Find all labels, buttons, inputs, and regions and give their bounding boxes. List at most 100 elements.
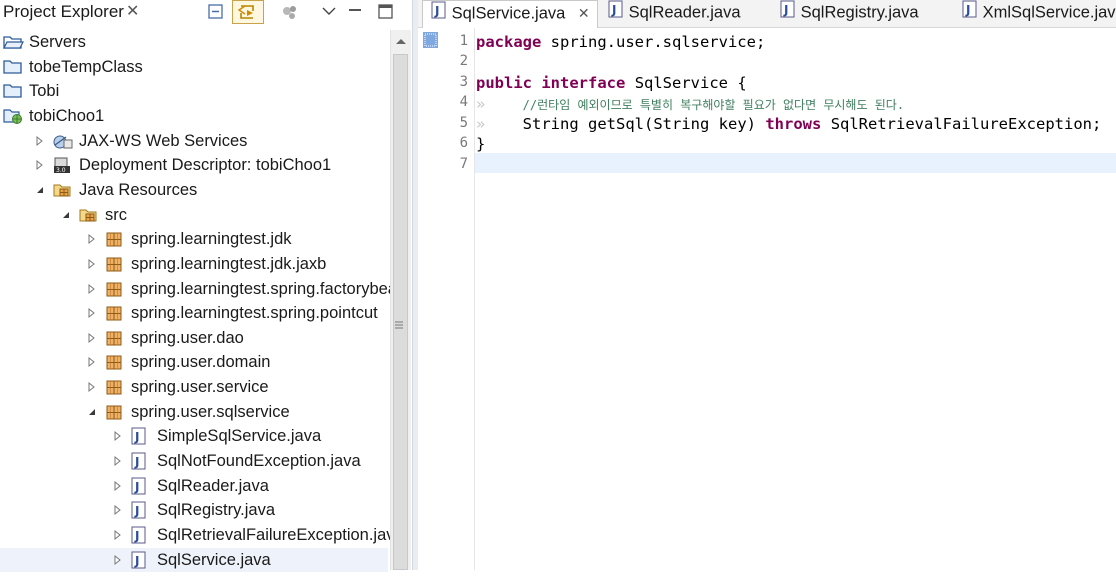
tree-item[interactable]: tobiChoo1 [0, 104, 388, 128]
collapsed-twisty-icon[interactable] [112, 548, 124, 572]
tree-item[interactable]: spring.learningtest.jdk.jaxb [0, 252, 388, 276]
line-number: 4 [459, 94, 468, 110]
collapsed-twisty-icon[interactable] [112, 424, 124, 448]
tree-item[interactable]: spring.user.sqlservice [0, 400, 388, 424]
collapse-all-icon[interactable] [206, 2, 226, 22]
link-with-editor-icon[interactable] [232, 0, 264, 24]
collapsed-twisty-icon[interactable] [34, 129, 46, 153]
tree-item-label: Deployment Descriptor: tobiChoo1 [79, 156, 332, 175]
java-file-icon: J [130, 551, 150, 569]
collapsed-twisty-icon[interactable] [112, 449, 124, 473]
tree-item[interactable]: spring.learningtest.spring.factorybean [0, 277, 406, 301]
svg-text:J: J [434, 4, 439, 18]
collapsed-twisty-icon[interactable] [86, 326, 98, 350]
java-editor: J SqlService.java ✕ J SqlReader.java J S… [418, 0, 1116, 570]
focus-task-icon[interactable] [280, 2, 300, 22]
code-line-4[interactable]: » //런타임 예외이므로 특별히 복구해야할 필요가 없다면 무시해도 된다. [476, 95, 904, 113]
scrollbar-thumb[interactable] [393, 54, 408, 570]
java-file-icon: J [130, 427, 150, 445]
minimize-icon[interactable] [346, 2, 366, 22]
tree-item[interactable]: spring.learningtest.jdk [0, 227, 388, 251]
tree-item-label: SqlReader.java [157, 476, 269, 495]
tree-item[interactable]: Tobi [0, 79, 388, 103]
code-line-1[interactable]: package spring.user.sqlservice; [476, 33, 765, 51]
view-menu-chevron-down-icon[interactable] [320, 2, 340, 22]
tree-item[interactable]: J SqlRegistry.java [0, 498, 388, 522]
close-tab-icon[interactable]: ✕ [578, 5, 590, 21]
svg-text:J: J [134, 554, 139, 568]
expanded-twisty-icon[interactable] [60, 203, 72, 227]
tree-item[interactable]: J SqlService.java [0, 547, 388, 572]
tree-item-label: spring.user.sqlservice [131, 402, 290, 421]
svg-text:J: J [134, 480, 139, 494]
tree-item[interactable]: spring.user.domain [0, 350, 388, 374]
tree-item-label: Tobi [29, 82, 60, 101]
tree-item[interactable]: Java Resources [0, 178, 388, 202]
code-line-5[interactable]: » String getSql(String key) throws SqlRe… [476, 115, 1101, 133]
tree-item[interactable]: JAX-WS Web Services [0, 129, 388, 153]
java-file-icon: J [130, 501, 150, 519]
collapsed-twisty-icon[interactable] [34, 153, 46, 177]
tree-item[interactable]: J SqlNotFoundException.java [0, 449, 388, 473]
tree-item[interactable]: spring.user.service [0, 375, 388, 399]
collapsed-twisty-icon[interactable] [112, 498, 124, 522]
close-view-icon[interactable]: ✕ [126, 1, 139, 21]
collapsed-twisty-icon[interactable] [112, 474, 124, 498]
code-line-3[interactable]: public interface SqlService { [476, 74, 747, 92]
collapsed-twisty-icon[interactable] [86, 277, 98, 301]
overview-ruler[interactable] [418, 28, 438, 570]
collapsed-twisty-icon[interactable] [86, 252, 98, 276]
svg-text:J: J [134, 504, 139, 518]
tree-item-label: SqlNotFoundException.java [157, 452, 361, 471]
svg-text:J: J [965, 3, 970, 17]
line-number: 7 [459, 156, 468, 172]
code-line-6[interactable]: } [476, 135, 485, 153]
collapsed-twisty-icon[interactable] [86, 301, 98, 325]
tab-whitespace-icon: » [476, 95, 486, 113]
code-comment: //런타임 예외이므로 특별히 복구해야할 필요가 없다면 무시해도 된다. [522, 98, 905, 112]
tree-item-label: SqlRetrievalFailureException.java [157, 526, 404, 544]
scroll-up-arrow-icon[interactable] [391, 30, 411, 52]
package-icon [104, 353, 124, 371]
tree-item-label: Java Resources [79, 180, 198, 199]
deployment-descriptor-icon: 3.0 [52, 156, 72, 174]
java-file-icon: J [130, 477, 150, 495]
java-file-icon: J [431, 1, 447, 27]
tree-item-label: tobiChoo1 [29, 106, 105, 125]
collapsed-twisty-icon[interactable] [112, 523, 124, 547]
tree-item-label: SqlRegistry.java [157, 501, 275, 520]
tree-item[interactable]: spring.user.dao [0, 326, 388, 350]
tree-item[interactable]: J SqlReader.java [0, 474, 388, 498]
expanded-twisty-icon[interactable] [34, 178, 46, 202]
tab-xmlsqlservice-java[interactable]: J XmlSqlService.java [962, 0, 1116, 27]
tree-item[interactable]: src [0, 203, 388, 227]
tab-label: XmlSqlService.java [982, 3, 1116, 22]
tab-sqlservice-java[interactable]: J SqlService.java ✕ [422, 0, 598, 28]
line-number: 3 [459, 74, 468, 90]
tree-item-label: Servers [29, 33, 86, 51]
tree-item-label: SqlService.java [157, 550, 271, 569]
tree-item[interactable]: J SqlRetrievalFailureException.java [0, 523, 404, 547]
vertical-scrollbar[interactable] [390, 30, 411, 570]
editor-tab-bar: J SqlService.java ✕ J SqlReader.java J S… [418, 0, 1116, 28]
tab-sqlregistry-java[interactable]: J SqlRegistry.java [780, 0, 940, 27]
tree-item[interactable]: spring.learningtest.spring.pointcut [0, 301, 388, 325]
web-services-icon [52, 132, 73, 150]
tab-sqlreader-java[interactable]: J SqlReader.java [608, 0, 758, 27]
maximize-icon[interactable] [376, 2, 396, 22]
tree-item-label: spring.learningtest.jdk [131, 230, 292, 249]
collapsed-twisty-icon[interactable] [86, 350, 98, 374]
line-number: 5 [459, 115, 468, 131]
expanded-twisty-icon[interactable] [86, 400, 98, 424]
line-number: 6 [459, 135, 468, 151]
view-title[interactable]: Project Explorer [3, 2, 124, 22]
tree-item[interactable]: 3.0 Deployment Descriptor: tobiChoo1 [0, 153, 388, 177]
tree-item-label: tobeTempClass [29, 57, 143, 76]
web-project-icon [2, 107, 22, 125]
tree-item[interactable]: J SimpleSqlService.java [0, 424, 388, 448]
collapsed-twisty-icon[interactable] [86, 375, 98, 399]
tab-label: SqlReader.java [628, 3, 741, 22]
collapsed-twisty-icon[interactable] [86, 227, 98, 251]
tree-item[interactable]: Servers [0, 30, 388, 54]
tree-item[interactable]: tobeTempClass [0, 55, 388, 79]
